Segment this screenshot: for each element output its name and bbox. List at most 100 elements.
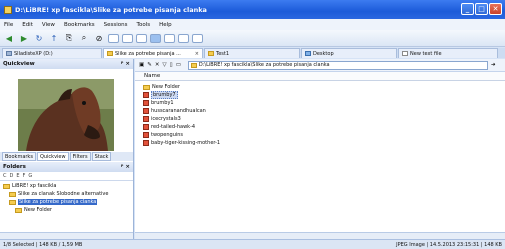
- desktop-icon: [305, 51, 311, 56]
- tree-item-selected[interactable]: Slike za potrebe pisanja clanka: [3, 198, 133, 206]
- folder-icon: [143, 84, 150, 90]
- view-list-icon[interactable]: [136, 33, 147, 43]
- pin-close-icon[interactable]: ᵖ ×: [121, 61, 130, 67]
- file-list: New Folder brumby7 brumby1 husscaranandh…: [135, 81, 505, 147]
- folder-icon: [107, 51, 113, 56]
- tab-current-folder[interactable]: Slike za potrebe pisanja ... ×: [103, 48, 203, 58]
- image-file-icon: [143, 116, 149, 122]
- list-item[interactable]: red-tailed-hawk-4: [143, 123, 505, 131]
- tree-item[interactable]: LiBRE! xp fascikla: [3, 182, 133, 190]
- drive-f[interactable]: F: [23, 173, 26, 179]
- delete-icon[interactable]: ✕: [155, 62, 160, 68]
- subtab-filters[interactable]: Filters: [69, 152, 91, 161]
- folder-icon[interactable]: ▭: [176, 62, 181, 68]
- tab-drive[interactable]: SlladisteXP (D:): [2, 48, 102, 58]
- folder-icon: [190, 62, 197, 68]
- back-icon[interactable]: ◀: [3, 32, 15, 44]
- quickview-subtabs: Bookmarks Quickview Filters Stack: [0, 152, 133, 161]
- drive-g[interactable]: G: [28, 173, 32, 179]
- column-header-name[interactable]: Name: [135, 72, 505, 81]
- menu-help[interactable]: Help: [159, 22, 172, 28]
- folder-open-icon: [9, 199, 16, 205]
- image-file-icon: [143, 108, 149, 114]
- subtab-bookmarks[interactable]: Bookmarks: [2, 152, 36, 161]
- quickview-image: [18, 79, 114, 151]
- maximize-button[interactable]: □: [475, 3, 488, 15]
- list-item[interactable]: twopenguins: [143, 131, 505, 139]
- drive-bar: C D E F G: [0, 172, 133, 181]
- drive-d[interactable]: D: [10, 173, 14, 179]
- tree-item[interactable]: New Folder: [3, 206, 133, 214]
- list-item[interactable]: icecrystals3: [143, 115, 505, 123]
- tab-new-text-file[interactable]: New text file: [398, 48, 498, 58]
- text-file-icon: [402, 51, 408, 56]
- folders-panel: Folders ᵖ × C D E F G LiBRE! xp fascikla…: [0, 162, 133, 214]
- toolbar: ◀ ▶ ↻ ↑ ⎘ ⌕ ⊘: [0, 30, 505, 47]
- menu-sessions[interactable]: Sessions: [104, 22, 128, 28]
- drive-icon: [6, 51, 12, 56]
- list-item[interactable]: New Folder: [143, 83, 505, 91]
- close-button[interactable]: ✕: [489, 3, 502, 15]
- address-toolbar: ▣ ✎ ✕ ▽ ▯ ▭ D:\LiBRE! xp fascikla\Slike …: [135, 59, 505, 72]
- left-pane: Quickview ᵖ × Bookmarks Quickview Filter…: [0, 59, 134, 239]
- left-scrollbar[interactable]: [0, 232, 133, 239]
- menu-view[interactable]: View: [42, 22, 55, 28]
- folder-icon: [3, 183, 10, 189]
- right-scrollbar[interactable]: [135, 232, 505, 239]
- view-details-icon[interactable]: [150, 33, 161, 43]
- image-file-icon: [143, 100, 149, 106]
- close-tab-icon[interactable]: ×: [191, 51, 199, 57]
- copy-icon[interactable]: ⎘: [63, 32, 75, 44]
- search-icon[interactable]: ⌕: [78, 32, 90, 44]
- view-small-icons-icon[interactable]: [122, 33, 133, 43]
- forward-icon[interactable]: ▶: [18, 32, 30, 44]
- filter-icon[interactable]: ▽: [162, 62, 166, 68]
- pin-close-icon[interactable]: ᵖ ×: [121, 164, 130, 170]
- menu-tools[interactable]: Tools: [137, 22, 151, 28]
- view-content-icon[interactable]: [192, 33, 203, 43]
- list-item[interactable]: brumby1: [143, 99, 505, 107]
- window-title: D:\LiBRE! xp fascikla\Slike za potrebe p…: [15, 5, 207, 14]
- subtab-quickview[interactable]: Quickview: [36, 152, 69, 161]
- filter-icon[interactable]: ⊘: [93, 32, 105, 44]
- up-folder-icon[interactable]: ↑: [48, 32, 60, 44]
- minimize-button[interactable]: _: [461, 3, 474, 15]
- tree-item[interactable]: Slike za clanak Slobodne alternative: [3, 190, 133, 198]
- view-large-icons-icon[interactable]: [108, 33, 119, 43]
- status-file-info: JPEG Image | 14.5.2013 23:15:31 | 148 KB: [396, 241, 502, 248]
- folder-icon: [208, 51, 214, 56]
- view-tiles-icon[interactable]: [178, 33, 189, 43]
- list-item-selected[interactable]: brumby7: [143, 91, 505, 99]
- new-folder-icon[interactable]: ▣: [139, 62, 144, 68]
- menu-file[interactable]: File: [4, 22, 13, 28]
- folder-icon: [15, 207, 22, 213]
- tab-bar: SlladisteXP (D:) Slike za potrebe pisanj…: [0, 48, 505, 58]
- go-icon[interactable]: ➜: [491, 62, 496, 68]
- view-thumbnails-icon[interactable]: [164, 33, 175, 43]
- file-list-pane: ▣ ✎ ✕ ▽ ▯ ▭ D:\LiBRE! xp fascikla\Slike …: [135, 59, 505, 239]
- tab-test1[interactable]: Test1: [204, 48, 300, 58]
- subtab-stack[interactable]: Stack: [91, 152, 112, 161]
- quickview-header: Quickview ᵖ ×: [0, 59, 133, 69]
- drive-e[interactable]: E: [16, 173, 19, 179]
- menu-edit[interactable]: Edit: [22, 22, 33, 28]
- image-file-icon: [143, 132, 149, 138]
- image-file-icon: [143, 140, 149, 146]
- new-file-icon[interactable]: ▯: [170, 62, 173, 68]
- status-bar: 1/8 Selected | 148 KB / 1,59 MB JPEG Ima…: [0, 239, 505, 249]
- folder-icon: [9, 191, 16, 197]
- refresh-icon[interactable]: ↻: [33, 32, 45, 44]
- list-item[interactable]: husscaranandhualcan: [143, 107, 505, 115]
- menu-bar: File Edit View Bookmarks Sessions Tools …: [0, 19, 505, 30]
- app-icon: [4, 5, 12, 14]
- address-bar[interactable]: D:\LiBRE! xp fascikla\Slike za potrebe p…: [187, 60, 488, 70]
- title-bar: D:\LiBRE! xp fascikla\Slike za potrebe p…: [0, 0, 505, 19]
- properties-icon[interactable]: ✎: [147, 62, 152, 68]
- drive-c[interactable]: C: [3, 173, 7, 179]
- status-selection: 1/8 Selected | 148 KB / 1,59 MB: [3, 241, 83, 248]
- folders-header: Folders ᵖ ×: [0, 162, 133, 172]
- list-item[interactable]: baby-tiger-kissing-mother-1: [143, 139, 505, 147]
- menu-bookmarks[interactable]: Bookmarks: [64, 22, 95, 28]
- image-file-icon: [143, 92, 149, 98]
- tab-desktop[interactable]: Desktop: [301, 48, 397, 58]
